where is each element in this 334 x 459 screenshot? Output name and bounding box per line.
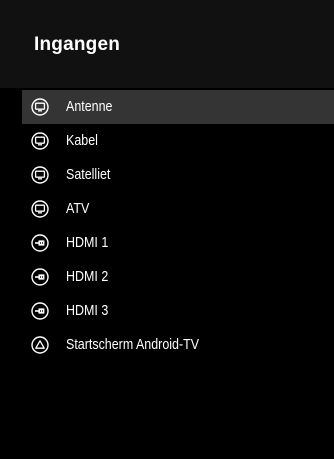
input-item-atv[interactable]: ATV — [22, 192, 334, 226]
hdmi-icon — [31, 302, 49, 320]
input-item-label: ATV — [66, 201, 90, 217]
hdmi-icon — [31, 234, 49, 252]
input-item-hdmi-3[interactable]: HDMI 3 — [22, 294, 334, 328]
input-list: Antenne Kabel Satelliet ATV HDMI 1 HDMI … — [22, 90, 334, 362]
input-item-hdmi-1[interactable]: HDMI 1 — [22, 226, 334, 260]
tv-icon — [31, 166, 49, 184]
tv-icon — [31, 98, 49, 116]
input-item-label: Startscherm Android-TV — [66, 337, 200, 353]
input-item-satelliet[interactable]: Satelliet — [22, 158, 334, 192]
input-item-label: HDMI 1 — [66, 235, 109, 251]
input-item-kabel[interactable]: Kabel — [22, 124, 334, 158]
input-item-hdmi-2[interactable]: HDMI 2 — [22, 260, 334, 294]
input-item-label: HDMI 3 — [66, 303, 109, 319]
inputs-panel: Ingangen Antenne Kabel Satelliet ATV HDM… — [0, 0, 334, 459]
home-triangle-icon — [31, 336, 49, 354]
panel-header: Ingangen — [0, 0, 334, 88]
tv-icon — [31, 200, 49, 218]
input-item-label: Kabel — [66, 133, 98, 149]
tv-icon — [31, 132, 49, 150]
panel-title: Ingangen — [34, 34, 121, 55]
input-item-antenne[interactable]: Antenne — [22, 90, 334, 124]
input-item-label: Satelliet — [66, 167, 111, 183]
input-item-label: Antenne — [66, 99, 113, 115]
input-item-label: HDMI 2 — [66, 269, 109, 285]
hdmi-icon — [31, 268, 49, 286]
input-item-startscherm-android-tv[interactable]: Startscherm Android-TV — [22, 328, 334, 362]
